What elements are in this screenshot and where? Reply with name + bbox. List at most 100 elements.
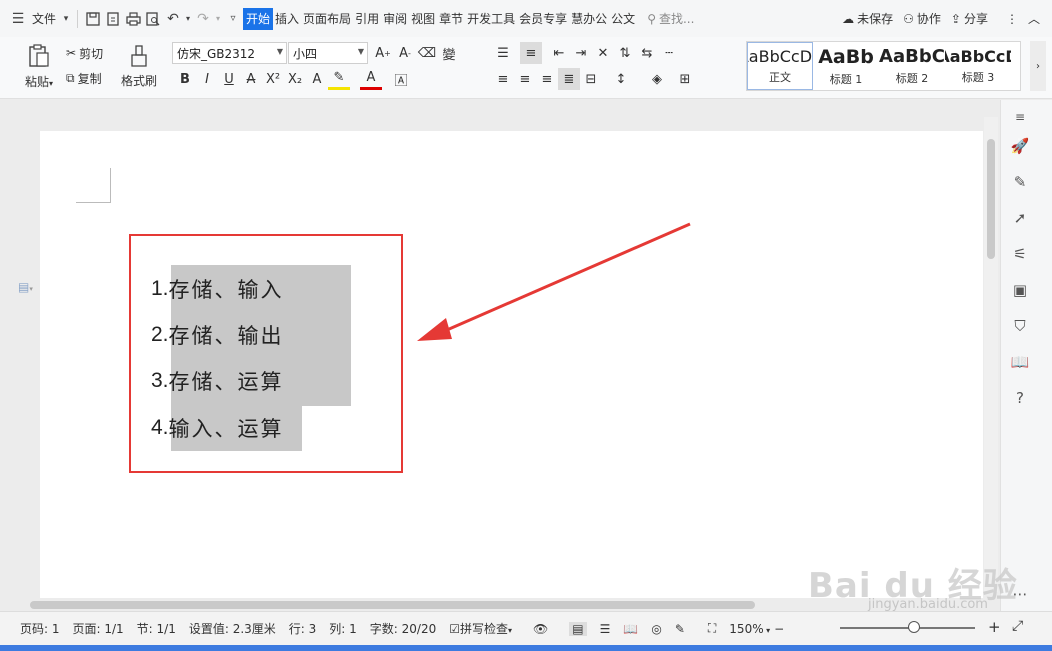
fullscreen-icon[interactable]: ⤢	[1012, 618, 1023, 634]
status-word-count[interactable]: 字数: 20/20	[370, 620, 436, 637]
scroll-thumb[interactable]	[987, 139, 995, 259]
shrink-font-icon[interactable]: A-	[394, 42, 416, 64]
tab-insert[interactable]: 插入	[273, 8, 301, 30]
line-spacing-icon[interactable]: ↕	[610, 68, 632, 90]
export-pdf-icon[interactable]	[103, 8, 123, 30]
highlight-icon[interactable]: ✎	[328, 68, 350, 90]
zoom-level[interactable]: 150% ▾	[729, 622, 770, 636]
hamburger-menu-icon[interactable]: ☰	[8, 8, 28, 30]
font-name-select[interactable]: 仿宋_GB2312 ▼	[172, 42, 287, 64]
help-icon[interactable]: ?	[1008, 386, 1032, 410]
image-tool-icon[interactable]: ▣	[1008, 278, 1032, 302]
redo-icon[interactable]: ↷	[193, 8, 213, 30]
zoom-slider-knob[interactable]	[908, 621, 920, 633]
tab-developer[interactable]: 开发工具	[465, 8, 517, 30]
tab-official-doc[interactable]: 公文	[609, 8, 637, 30]
distribute-icon[interactable]: ⊟	[580, 68, 602, 90]
font-size-select[interactable]: 小四 ▼	[288, 42, 368, 64]
grow-font-icon[interactable]: A +	[372, 42, 394, 64]
numbered-list-icon[interactable]: ≡	[520, 42, 542, 64]
style-heading-1[interactable]: AaBb 标题 1	[813, 42, 879, 90]
customize-toolbar-icon[interactable]: ▿	[223, 8, 243, 30]
tab-smart-office[interactable]: 慧办公	[569, 8, 609, 30]
format-painter-button[interactable]: 格式刷	[118, 41, 160, 93]
tab-page-layout[interactable]: 页面布局	[301, 8, 353, 30]
align-right-icon[interactable]: ≡	[536, 68, 558, 90]
settings-sliders-icon[interactable]: ⚟	[1008, 242, 1032, 266]
borders-icon[interactable]: ⊞	[674, 68, 696, 90]
text-effect-icon[interactable]: A	[306, 68, 328, 90]
tab-home[interactable]: 开始	[243, 7, 274, 30]
more-icon[interactable]: ⋮	[1006, 12, 1018, 26]
tab-member[interactable]: 会员专享	[517, 8, 569, 30]
justify-icon[interactable]: ≣	[558, 68, 580, 90]
style-heading-3[interactable]: AaBbCcD 标题 3	[945, 42, 1011, 90]
chevron-down-icon[interactable]: ▾	[213, 8, 223, 30]
clear-format-icon[interactable]: ⌫	[416, 42, 438, 64]
write-mode-icon[interactable]: ✎	[675, 622, 685, 636]
increase-indent-icon[interactable]: ⇥	[570, 42, 592, 64]
font-color-icon[interactable]: A	[360, 68, 382, 90]
tab-chapter[interactable]: 章节	[437, 8, 465, 30]
tab-view[interactable]: 视图	[409, 8, 437, 30]
share-button[interactable]: ⇪ 分享	[951, 10, 988, 27]
align-center-icon[interactable]: ≡	[514, 68, 536, 90]
tab-review[interactable]: 审阅	[381, 8, 409, 30]
bullet-list-icon[interactable]: ☰	[492, 42, 514, 64]
cut-button[interactable]: ✂ 剪切	[66, 43, 103, 63]
eye-icon[interactable]: 👁	[533, 622, 548, 636]
style-heading-2[interactable]: AaBbC 标题 2	[879, 42, 945, 90]
web-view-icon[interactable]: ◎	[651, 622, 661, 636]
file-menu[interactable]: 文件	[28, 8, 60, 30]
reading-view-icon[interactable]: 📖	[623, 622, 638, 636]
status-section[interactable]: 节: 1/1	[137, 620, 176, 637]
chevron-down-icon[interactable]: ▾	[183, 8, 193, 30]
align-left-icon[interactable]: ≡	[492, 68, 514, 90]
rocket-icon[interactable]: 🚀	[1008, 134, 1032, 158]
chevron-down-icon[interactable]: ▾	[60, 8, 72, 30]
zoom-in-icon[interactable]: +	[988, 618, 1001, 636]
superscript-icon[interactable]: X²	[262, 68, 284, 90]
paragraph-icon[interactable]: ▤▾	[18, 280, 33, 294]
ruler-icon[interactable]: ┄	[658, 42, 680, 64]
vertical-scrollbar[interactable]	[984, 117, 998, 592]
shading-icon[interactable]: ◈	[646, 68, 668, 90]
pen-icon[interactable]: ✎	[1008, 170, 1032, 194]
spell-check-button[interactable]: ☑拼写检查▾	[449, 620, 512, 637]
copy-button[interactable]: ⧉ 复制	[66, 68, 102, 88]
cursor-icon[interactable]: ➚	[1008, 206, 1032, 230]
outline-view-icon[interactable]: ☰	[600, 622, 611, 636]
strikethrough-icon[interactable]: A	[240, 68, 262, 90]
italic-icon[interactable]: I	[196, 68, 218, 90]
sort-icon[interactable]: ⇅	[614, 42, 636, 64]
print-icon[interactable]	[123, 8, 143, 30]
status-setting[interactable]: 设置值: 2.3厘米	[189, 620, 276, 637]
print-preview-icon[interactable]	[143, 8, 163, 30]
shield-icon[interactable]: ⛉	[1008, 314, 1032, 338]
decrease-indent-icon[interactable]: ⇤	[548, 42, 570, 64]
show-marks-icon[interactable]: ⇆	[636, 42, 658, 64]
style-normal[interactable]: AaBbCcDd 正文	[747, 42, 813, 90]
bold-icon[interactable]: B	[174, 68, 196, 90]
chinese-layout-icon[interactable]: ✕	[592, 42, 614, 64]
status-page-num[interactable]: 页码: 1	[20, 620, 60, 637]
search-box[interactable]: ⚲ 查找...	[647, 10, 694, 27]
status-pages[interactable]: 页面: 1/1	[73, 620, 124, 637]
save-icon[interactable]	[83, 8, 103, 30]
page-view-icon[interactable]: ▤	[569, 621, 587, 636]
unsaved-button[interactable]: ☁ 未保存	[842, 10, 893, 27]
fit-page-icon[interactable]: ⛶	[708, 621, 716, 636]
collab-button[interactable]: ⚇ 协作	[903, 10, 941, 27]
book-icon[interactable]: 📖	[1008, 350, 1032, 374]
undo-icon[interactable]: ↶	[163, 8, 183, 30]
zoom-out-icon[interactable]: −	[774, 622, 784, 636]
subscript-icon[interactable]: X₂	[284, 68, 306, 90]
underline-icon[interactable]: U	[218, 68, 240, 90]
char-border-icon[interactable]: 🄰	[390, 68, 412, 90]
phonetic-icon[interactable]: 變	[438, 42, 460, 64]
collapse-ribbon-icon[interactable]: ︿	[1028, 10, 1040, 27]
panel-menu-icon[interactable]: ≡	[1008, 105, 1032, 129]
tab-references[interactable]: 引用	[353, 8, 381, 30]
paste-button[interactable]: 粘贴▾	[20, 41, 58, 93]
styles-scroll-button[interactable]: ›	[1030, 41, 1046, 91]
